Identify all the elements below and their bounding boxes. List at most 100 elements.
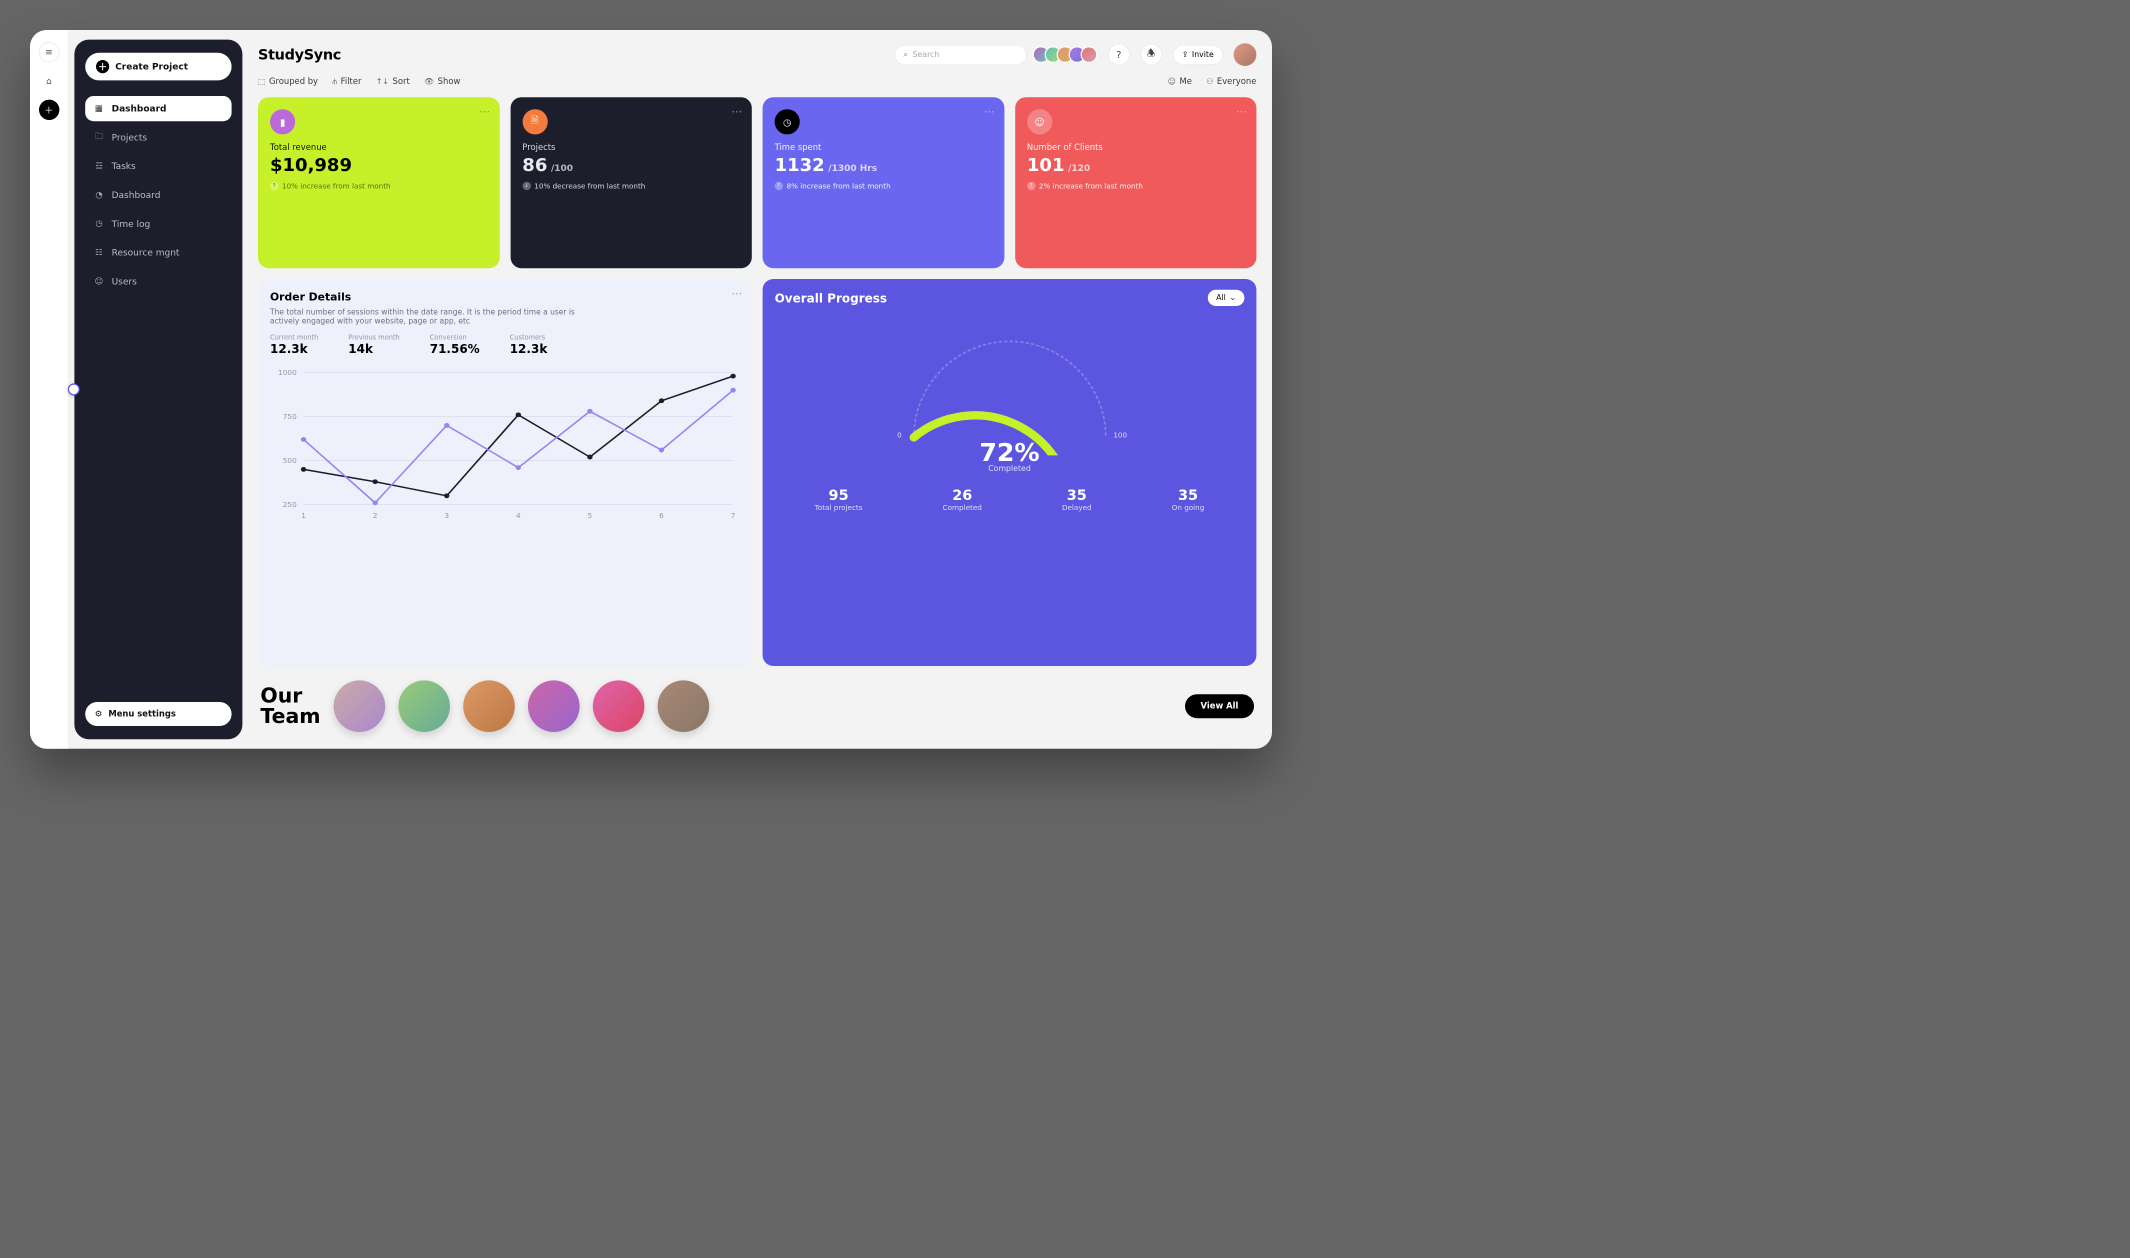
clock-icon: ◷ — [775, 109, 800, 134]
layers-icon: ☷ — [94, 247, 105, 258]
view-controls: ⬚ Grouped by ⫛Filter ↑↓Sort 👁Show ☺Me ⚇Ev… — [258, 77, 1256, 87]
svg-text:100: 100 — [1113, 430, 1127, 439]
home-icon[interactable]: ⌂ — [39, 71, 59, 91]
more-icon[interactable]: ⋯ — [731, 106, 743, 119]
label: Me — [1179, 77, 1191, 87]
progress-filter[interactable]: All ⌄ — [1208, 290, 1245, 306]
more-icon[interactable]: ⋯ — [731, 287, 743, 300]
everyone-toggle[interactable]: ⚇Everyone — [1206, 77, 1256, 87]
group-icon: ⬚ — [258, 77, 265, 86]
sidebar-resize-handle[interactable] — [68, 383, 80, 395]
eye-icon: 👁 — [424, 77, 434, 86]
topbar-avatars[interactable] — [1037, 46, 1097, 63]
gauge-percent: 72% — [979, 437, 1039, 466]
current-user-avatar[interactable] — [1234, 43, 1257, 66]
arrow-up-icon: ↑ — [775, 182, 783, 190]
svg-text:250: 250 — [283, 501, 297, 509]
arrow-up-icon: ↑ — [1027, 182, 1035, 190]
stat-sub: /100 — [551, 163, 573, 174]
search-icon: ⌕ — [903, 50, 907, 59]
sidebar-item-projects[interactable]: 🗀 Projects — [85, 125, 231, 150]
team-avatar[interactable] — [528, 680, 580, 732]
people-icon: ⚇ — [1206, 77, 1213, 86]
list-icon: ☲ — [94, 161, 105, 172]
sort-control[interactable]: ↑↓Sort — [376, 77, 410, 87]
app-rail: ≡ ⌂ ＋ — [30, 30, 68, 749]
svg-text:0: 0 — [897, 430, 902, 439]
create-project-label: Create Project — [115, 61, 188, 72]
metric-value: 71.56% — [430, 341, 480, 355]
metric-label: Current month — [270, 333, 318, 341]
stat-delta: 8% increase from last month — [787, 182, 891, 190]
folder-icon: 🗀 — [94, 132, 105, 143]
grouped-by-control[interactable]: ⬚ Grouped by — [258, 77, 318, 87]
card-projects[interactable]: ⋯ 🗎 Projects 86/100 ↓10% decrease from l… — [510, 97, 752, 268]
filter-control[interactable]: ⫛Filter — [332, 77, 361, 87]
menu-settings-button[interactable]: ⚙ Menu settings — [85, 702, 231, 726]
expand-rail-icon[interactable]: ≡ — [39, 42, 59, 62]
sidebar-item-dashboard[interactable]: ▦ Dashboard — [85, 96, 231, 121]
stat-value: 1132 — [775, 155, 825, 176]
sidebar-item-timelog[interactable]: ◷ Time log — [85, 211, 231, 236]
add-icon[interactable]: ＋ — [39, 100, 59, 120]
sidebar-item-label: Time log — [112, 218, 151, 229]
card-overall-progress: Overall Progress All ⌄ 0255075100 72% Co… — [763, 279, 1257, 666]
team-avatar[interactable] — [658, 680, 710, 732]
sidebar-item-tasks[interactable]: ☲ Tasks — [85, 154, 231, 179]
invite-button[interactable]: ⇪ Invite — [1173, 45, 1223, 65]
revenue-icon: ▮ — [270, 109, 295, 134]
metric-value: 12.3k — [510, 341, 548, 355]
sidebar-item-label: Projects — [112, 132, 147, 143]
avatar — [1080, 46, 1097, 63]
help-icon[interactable]: ? — [1108, 44, 1130, 66]
notification-icon[interactable]: 🕭 — [1140, 44, 1162, 66]
arrow-up-icon: ↑ — [270, 182, 278, 190]
team-section: Our Team View All — [258, 677, 1256, 736]
plus-icon: ＋ — [96, 60, 109, 73]
filter-icon: ⫛ — [332, 77, 337, 86]
create-project-button[interactable]: ＋ Create Project — [85, 53, 231, 81]
svg-text:1000: 1000 — [278, 369, 297, 377]
more-icon[interactable]: ⋯ — [1236, 106, 1248, 119]
card-revenue[interactable]: ⋯ ▮ Total revenue $10,989 ↑10% increase … — [258, 97, 500, 268]
stat-l: Completed — [943, 503, 982, 511]
stat-l: Total projects — [815, 503, 863, 511]
team-avatar[interactable] — [593, 680, 645, 732]
show-control[interactable]: 👁Show — [424, 77, 460, 87]
team-avatar[interactable] — [463, 680, 515, 732]
stat-value: 101 — [1027, 155, 1065, 176]
team-avatar[interactable] — [334, 680, 386, 732]
svg-text:500: 500 — [283, 457, 297, 465]
sidebar-item-label: Dashboard — [112, 103, 167, 114]
search-input[interactable]: ⌕ Search — [894, 45, 1026, 65]
label: All — [1216, 293, 1226, 302]
sidebar-item-resource[interactable]: ☷ Resource mgnt — [85, 240, 231, 265]
arrow-down-icon: ↓ — [522, 182, 530, 190]
more-icon[interactable]: ⋯ — [984, 106, 996, 119]
user-icon: ☺ — [1168, 77, 1176, 86]
team-avatar[interactable] — [398, 680, 450, 732]
sidebar-item-users[interactable]: ☺ Users — [85, 269, 231, 294]
card-time-spent[interactable]: ⋯ ◷ Time spent 1132/1300 Hrs ↑8% increas… — [763, 97, 1005, 268]
sidebar-item-label: Resource mgnt — [112, 247, 180, 258]
gauge-caption: Completed — [988, 464, 1031, 473]
card-clients[interactable]: ⋯ ☺ Number of Clients 101/120 ↑2% increa… — [1015, 97, 1257, 268]
clients-icon: ☺ — [1027, 109, 1052, 134]
metric-label: Customers — [510, 333, 548, 341]
stat-label: Number of Clients — [1027, 143, 1245, 153]
sidebar-item-label: Tasks — [112, 161, 136, 172]
dashboard-grid: ⋯ ▮ Total revenue $10,989 ↑10% increase … — [258, 97, 1256, 666]
progress-stats: 95Total projects 26Completed 35Delayed 3… — [775, 486, 1245, 511]
metric-value: 14k — [348, 341, 399, 355]
brand-logo: StudySync — [258, 46, 341, 63]
card-order-details: ⋯ Order Details The total number of sess… — [258, 279, 752, 666]
sort-icon: ↑↓ — [376, 77, 389, 86]
label: Grouped by — [269, 77, 318, 87]
svg-text:1: 1 — [301, 512, 306, 520]
view-all-button[interactable]: View All — [1185, 694, 1254, 718]
more-icon[interactable]: ⋯ — [479, 106, 491, 119]
user-icon: ☺ — [94, 276, 105, 287]
sidebar-item-dashboard-2[interactable]: ◔ Dashboard — [85, 182, 231, 207]
me-toggle[interactable]: ☺Me — [1168, 77, 1192, 87]
gauge-icon: ◔ — [94, 190, 105, 201]
